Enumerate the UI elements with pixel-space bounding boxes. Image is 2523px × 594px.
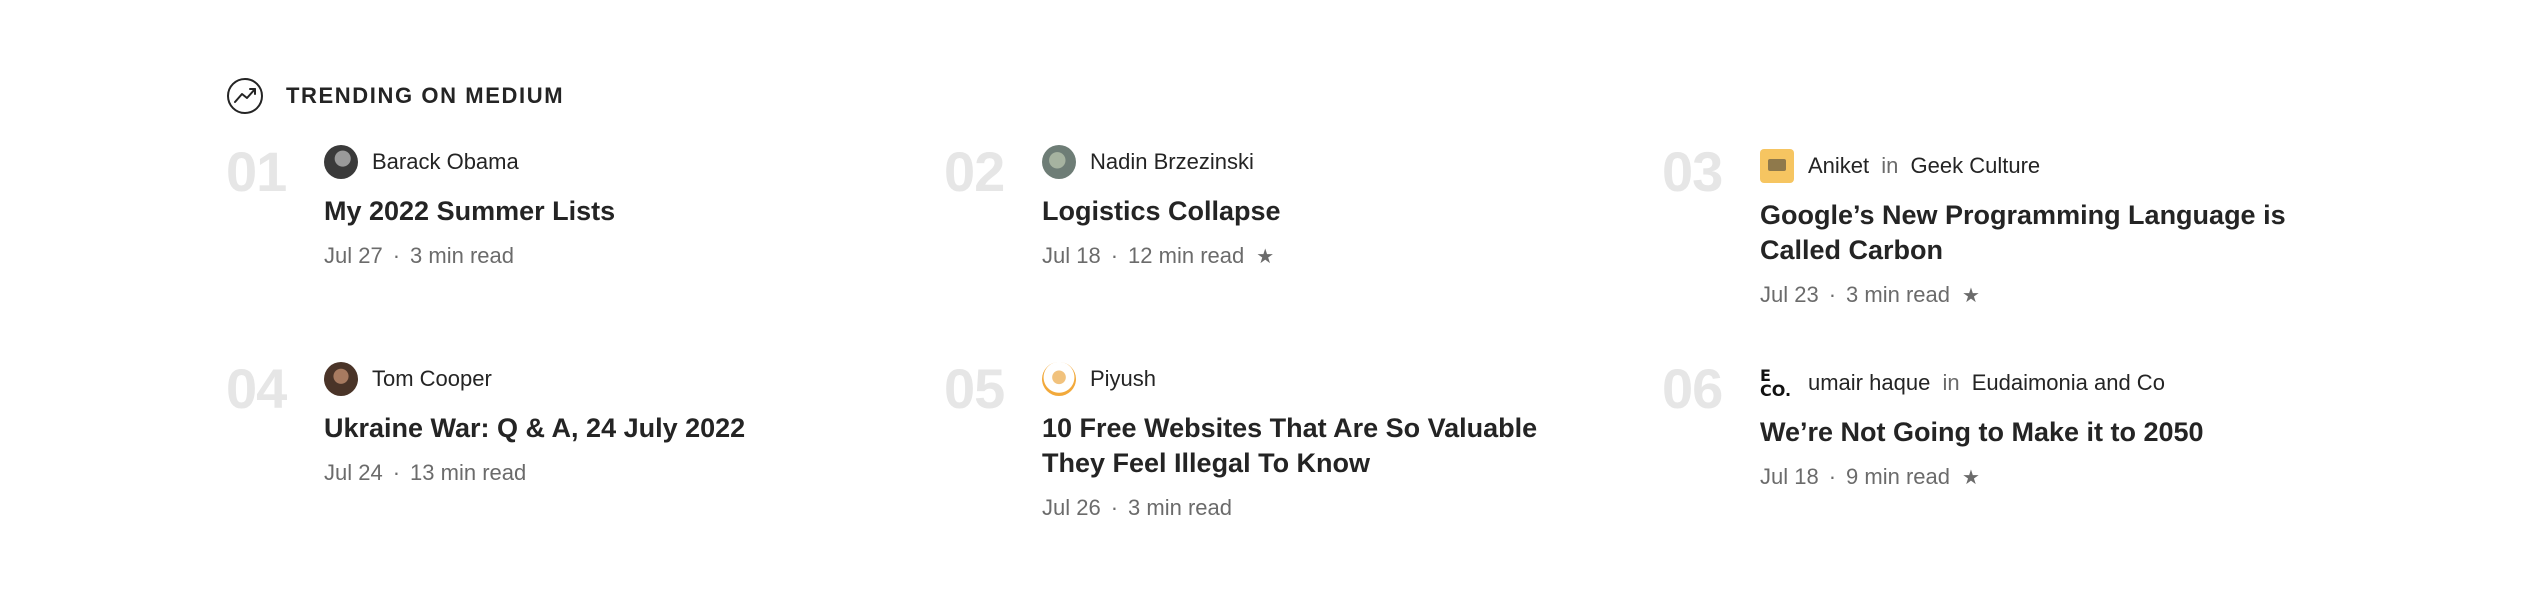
author-row: E CO. umair haque in Eudaimonia and Co [1760, 365, 2360, 401]
publish-date: Jul 23 [1760, 282, 1819, 307]
member-only-star-icon: ★ [1256, 245, 1275, 268]
author-row: Barack Obama [324, 144, 924, 180]
in-label: in [1881, 153, 1899, 178]
rank-number: 04 [226, 357, 287, 420]
publish-date: Jul 27 [324, 243, 383, 268]
read-time: 12 min read [1128, 243, 1245, 268]
publish-date: Jul 26 [1042, 495, 1101, 520]
author-name[interactable]: Tom Cooper [372, 366, 492, 391]
publish-date: Jul 24 [324, 460, 383, 485]
article-meta: Jul 24 · 13 min read [324, 460, 924, 486]
meta-separator: · [1110, 495, 1119, 520]
logo-line-2: CO. [1760, 381, 1792, 400]
author-row: Tom Cooper [324, 361, 924, 397]
publication-name[interactable]: Geek Culture [1911, 153, 2041, 178]
article-title[interactable]: Ukraine War: Q & A, 24 July 2022 [324, 411, 884, 446]
read-time: 3 min read [1128, 495, 1232, 520]
author-row: Aniket in Geek Culture [1760, 148, 2360, 184]
rank-number: 01 [226, 140, 287, 203]
author-name[interactable]: Nadin Brzezinski [1090, 149, 1254, 174]
article-meta: Jul 18 · 12 min read ★ [1042, 243, 1642, 269]
geek-culture-logo-icon[interactable] [1760, 149, 1794, 183]
article-meta: Jul 26 · 3 min read [1042, 495, 1642, 521]
trending-header: TRENDING ON MEDIUM [226, 76, 564, 116]
trending-section: TRENDING ON MEDIUM 01 Barack Obama My 20… [226, 76, 2326, 576]
rank-number: 06 [1662, 357, 1723, 420]
publish-date: Jul 18 [1042, 243, 1101, 268]
author-name[interactable]: Piyush [1090, 366, 1156, 391]
member-only-star-icon: ★ [1962, 466, 1980, 489]
author-row: Nadin Brzezinski [1042, 144, 1642, 180]
author-name[interactable]: umair haque [1808, 370, 1930, 395]
article-meta: Jul 23 · 3 min read ★ [1760, 282, 2360, 308]
publish-date: Jul 18 [1760, 464, 1819, 489]
article-title[interactable]: We’re Not Going to Make it to 2050 [1760, 415, 2320, 450]
rank-number: 05 [944, 357, 1005, 420]
meta-separator: · [1828, 464, 1837, 489]
author-avatar[interactable] [1042, 362, 1076, 396]
rank-number: 02 [944, 140, 1005, 203]
read-time: 3 min read [410, 243, 514, 268]
article-title[interactable]: Google’s New Programming Language is Cal… [1760, 198, 2320, 268]
author-avatar[interactable] [324, 362, 358, 396]
read-time: 9 min read [1846, 464, 1950, 489]
rank-number: 03 [1662, 140, 1723, 203]
article-title[interactable]: My 2022 Summer Lists [324, 194, 884, 229]
publication-name[interactable]: Eudaimonia and Co [1972, 370, 2165, 395]
in-label: in [1942, 370, 1960, 395]
article-meta: Jul 27 · 3 min read [324, 243, 924, 269]
trending-up-icon [226, 77, 264, 115]
author-name[interactable]: Barack Obama [372, 149, 519, 174]
meta-separator: · [392, 243, 401, 268]
meta-separator: · [392, 460, 401, 485]
article-meta: Jul 18 · 9 min read ★ [1760, 464, 2360, 490]
meta-separator: · [1828, 282, 1837, 307]
member-only-star-icon: ★ [1962, 284, 1980, 307]
author-name[interactable]: Aniket [1808, 153, 1869, 178]
eudaimonia-logo-icon[interactable]: E CO. [1760, 365, 1796, 401]
meta-separator: · [1110, 243, 1119, 268]
trending-title: TRENDING ON MEDIUM [286, 83, 565, 108]
read-time: 3 min read [1846, 282, 1950, 307]
article-title[interactable]: Logistics Collapse [1042, 194, 1602, 229]
author-avatar[interactable] [324, 145, 358, 179]
author-avatar[interactable] [1042, 145, 1076, 179]
read-time: 13 min read [410, 460, 527, 485]
author-row: Piyush [1042, 361, 1642, 397]
article-title[interactable]: 10 Free Websites That Are So Valuable Th… [1042, 411, 1602, 481]
